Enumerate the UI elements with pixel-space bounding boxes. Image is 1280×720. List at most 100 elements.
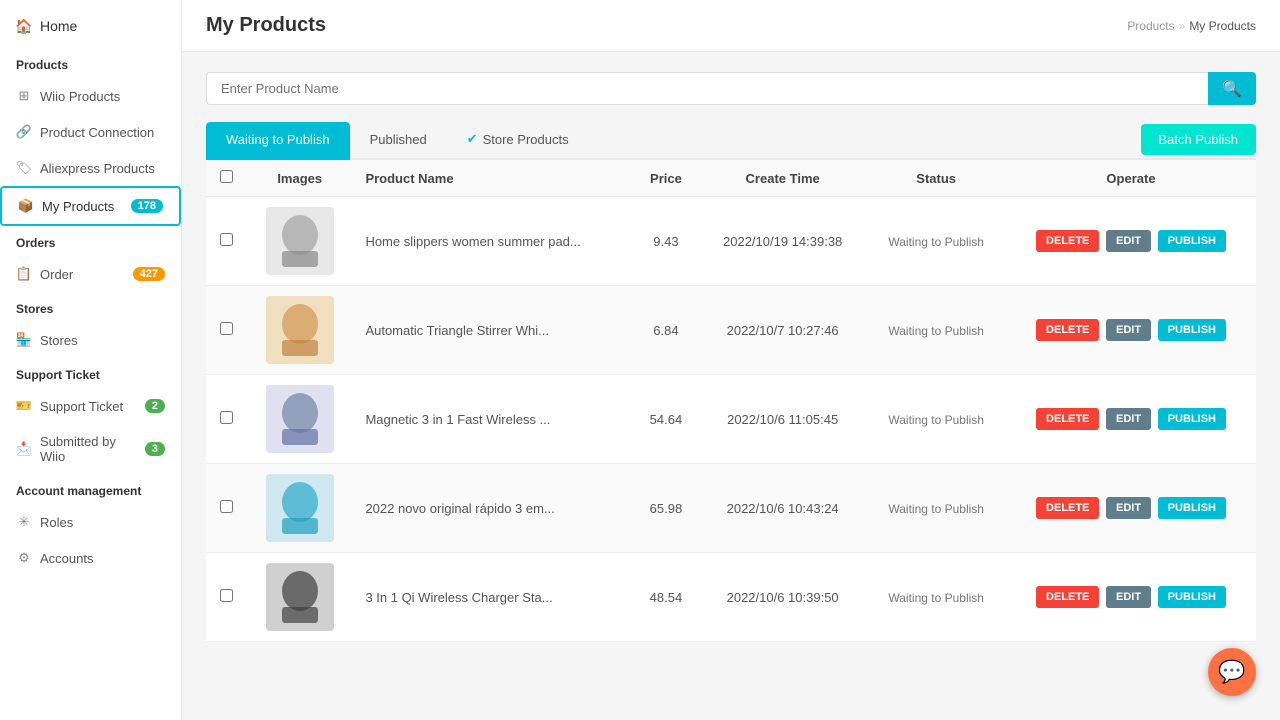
product-name-4: 2022 novo original rápido 3 em... bbox=[353, 464, 633, 553]
main-body: 🔍 Waiting to Publish Published ✔ Store P… bbox=[182, 52, 1280, 720]
sidebar-item-aliexpress-products[interactable]: 🏷 Aliexpress Products bbox=[0, 150, 181, 186]
sidebar-item-submitted-by-wiio[interactable]: 📩 Submitted by Wiio 3 bbox=[0, 424, 181, 474]
publish-button-1[interactable]: PUBLISH bbox=[1158, 230, 1226, 252]
sidebar-item-my-products[interactable]: 📦 My Products 178 bbox=[0, 186, 181, 226]
sidebar-label-wiio-products: Wiio Products bbox=[40, 89, 120, 104]
sidebar-section-account-management: Account management ✳ Roles ⚙ Accounts bbox=[0, 474, 181, 576]
row-checkbox-2[interactable] bbox=[220, 322, 233, 335]
search-button[interactable]: 🔍 bbox=[1208, 72, 1256, 105]
sidebar-label-aliexpress-products: Aliexpress Products bbox=[40, 161, 155, 176]
table-header-product-name: Product Name bbox=[353, 160, 633, 197]
product-name-2: Automatic Triangle Stirrer Whi... bbox=[353, 286, 633, 375]
product-image-5 bbox=[266, 563, 334, 631]
tab-waiting-to-publish[interactable]: Waiting to Publish bbox=[206, 122, 350, 160]
sidebar-label-product-connection: Product Connection bbox=[40, 125, 154, 140]
product-status-2: Waiting to Publish bbox=[866, 286, 1006, 375]
product-status-3: Waiting to Publish bbox=[866, 375, 1006, 464]
sidebar-home[interactable]: 🏠 Home bbox=[0, 0, 181, 48]
product-operate-5: DELETE EDIT PUBLISH bbox=[1006, 553, 1256, 642]
product-image-2 bbox=[266, 296, 334, 364]
delete-button-5[interactable]: DELETE bbox=[1036, 586, 1099, 608]
roles-icon: ✳ bbox=[16, 514, 32, 530]
product-status-5: Waiting to Publish bbox=[866, 553, 1006, 642]
sidebar-item-order[interactable]: 📋 Order 427 bbox=[0, 256, 181, 292]
product-image-4 bbox=[266, 474, 334, 542]
product-create-time-3: 2022/10/6 11:05:45 bbox=[699, 375, 866, 464]
table-header-checkbox bbox=[206, 160, 246, 197]
product-create-time-2: 2022/10/7 10:27:46 bbox=[699, 286, 866, 375]
sidebar-section-support-ticket: Support Ticket 🎫 Support Ticket 2 📩 Subm… bbox=[0, 358, 181, 474]
sidebar-label-stores: Stores bbox=[40, 333, 78, 348]
product-create-time-1: 2022/10/19 14:39:38 bbox=[699, 197, 866, 286]
row-checkbox-3[interactable] bbox=[220, 411, 233, 424]
product-create-time-4: 2022/10/6 10:43:24 bbox=[699, 464, 866, 553]
support-ticket-section-label: Support Ticket bbox=[0, 358, 181, 388]
product-price-5: 48.54 bbox=[633, 553, 699, 642]
sidebar-item-product-connection[interactable]: 🔗 Product Connection bbox=[0, 114, 181, 150]
sidebar-item-roles[interactable]: ✳ Roles bbox=[0, 504, 181, 540]
sidebar-section-orders: Orders 📋 Order 427 bbox=[0, 226, 181, 292]
batch-publish-button[interactable]: Batch Publish bbox=[1141, 124, 1257, 155]
store-icon: 🏪 bbox=[16, 332, 32, 348]
delete-button-2[interactable]: DELETE bbox=[1036, 319, 1099, 341]
order-badge: 427 bbox=[133, 267, 165, 281]
delete-button-4[interactable]: DELETE bbox=[1036, 497, 1099, 519]
table-header-operate: Operate bbox=[1006, 160, 1256, 197]
my-products-badge: 178 bbox=[131, 199, 163, 213]
table-row: Home slippers women summer pad...9.43202… bbox=[206, 197, 1256, 286]
edit-button-2[interactable]: EDIT bbox=[1106, 319, 1151, 341]
product-image-1 bbox=[266, 207, 334, 275]
publish-button-2[interactable]: PUBLISH bbox=[1158, 319, 1226, 341]
product-status-4: Waiting to Publish bbox=[866, 464, 1006, 553]
sidebar-item-wiio-products[interactable]: ⊞ Wiio Products bbox=[0, 78, 181, 114]
orders-section-label: Orders bbox=[0, 226, 181, 256]
chat-fab[interactable]: 💬 bbox=[1208, 648, 1256, 696]
box-icon: 📦 bbox=[18, 198, 34, 214]
table-header-images: Images bbox=[246, 160, 353, 197]
search-input[interactable] bbox=[206, 72, 1208, 105]
main-header: My Products Products » My Products bbox=[182, 0, 1280, 52]
edit-button-5[interactable]: EDIT bbox=[1106, 586, 1151, 608]
sidebar-label-roles: Roles bbox=[40, 515, 73, 530]
product-image-3 bbox=[266, 385, 334, 453]
publish-button-5[interactable]: PUBLISH bbox=[1158, 586, 1226, 608]
edit-button-4[interactable]: EDIT bbox=[1106, 497, 1151, 519]
sidebar-item-support-ticket[interactable]: 🎫 Support Ticket 2 bbox=[0, 388, 181, 424]
tab-store-products[interactable]: ✔ Store Products bbox=[447, 121, 589, 160]
tab-store-label: Store Products bbox=[483, 132, 569, 147]
ticket-icon: 🎫 bbox=[16, 398, 32, 414]
account-management-section-label: Account management bbox=[0, 474, 181, 504]
row-checkbox-1[interactable] bbox=[220, 233, 233, 246]
delete-button-1[interactable]: DELETE bbox=[1036, 230, 1099, 252]
sidebar-label-accounts: Accounts bbox=[40, 551, 93, 566]
tab-published[interactable]: Published bbox=[350, 122, 447, 160]
row-checkbox-5[interactable] bbox=[220, 589, 233, 602]
delete-button-3[interactable]: DELETE bbox=[1036, 408, 1099, 430]
tag-icon: 🏷 bbox=[16, 160, 32, 176]
breadcrumb-parent: Products bbox=[1127, 19, 1174, 33]
sidebar-label-submitted-by-wiio: Submitted by Wiio bbox=[40, 434, 137, 464]
row-checkbox-4[interactable] bbox=[220, 500, 233, 513]
edit-button-1[interactable]: EDIT bbox=[1106, 230, 1151, 252]
main-content: My Products Products » My Products 🔍 Wai… bbox=[182, 0, 1280, 720]
publish-button-3[interactable]: PUBLISH bbox=[1158, 408, 1226, 430]
sidebar-item-accounts[interactable]: ⚙ Accounts bbox=[0, 540, 181, 576]
table-row: 2022 novo original rápido 3 em...65.9820… bbox=[206, 464, 1256, 553]
product-operate-1: DELETE EDIT PUBLISH bbox=[1006, 197, 1256, 286]
breadcrumb: Products » My Products bbox=[1127, 19, 1256, 33]
sidebar-label-my-products: My Products bbox=[42, 199, 114, 214]
search-bar: 🔍 bbox=[206, 72, 1256, 105]
select-all-checkbox[interactable] bbox=[220, 170, 233, 183]
products-section-label: Products bbox=[0, 48, 181, 78]
product-name-1: Home slippers women summer pad... bbox=[353, 197, 633, 286]
page-title: My Products bbox=[206, 14, 326, 37]
sidebar: 🏠 Home Products ⊞ Wiio Products 🔗 Produc… bbox=[0, 0, 182, 720]
publish-button-4[interactable]: PUBLISH bbox=[1158, 497, 1226, 519]
store-check-icon: ✔ bbox=[467, 131, 478, 147]
product-price-3: 54.64 bbox=[633, 375, 699, 464]
edit-button-3[interactable]: EDIT bbox=[1106, 408, 1151, 430]
table-row: Automatic Triangle Stirrer Whi...6.84202… bbox=[206, 286, 1256, 375]
sidebar-item-stores[interactable]: 🏪 Stores bbox=[0, 322, 181, 358]
sidebar-label-support-ticket: Support Ticket bbox=[40, 399, 123, 414]
wiio-icon: 📩 bbox=[16, 441, 32, 457]
